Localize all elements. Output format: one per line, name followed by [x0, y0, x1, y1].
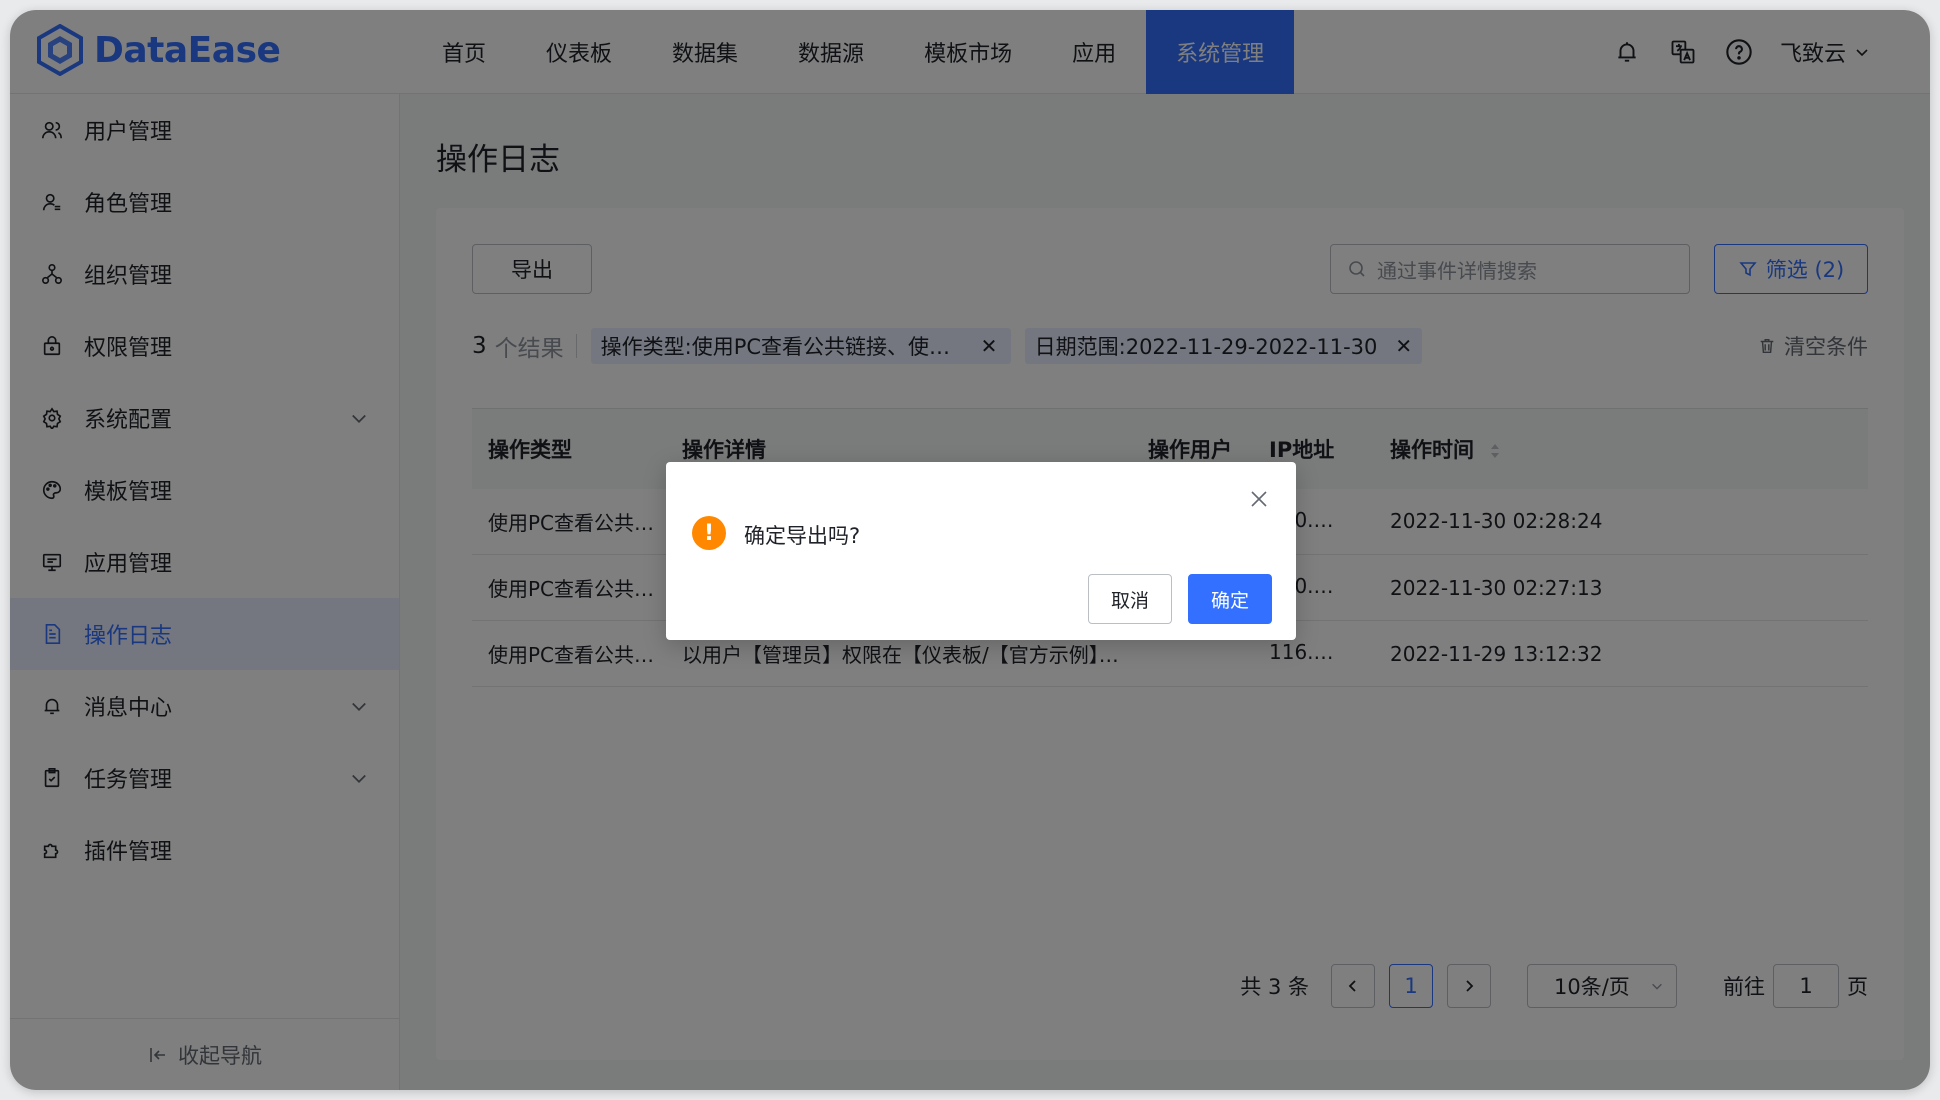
- warning-icon: !: [692, 516, 726, 550]
- dialog-message: 确定导出吗?: [744, 524, 861, 548]
- close-icon[interactable]: [1248, 488, 1270, 510]
- cancel-button[interactable]: 取消: [1088, 574, 1172, 624]
- confirm-button[interactable]: 确定: [1188, 574, 1272, 624]
- confirm-export-dialog: ! 确定导出吗? 取消 确定: [666, 462, 1296, 640]
- app-window: DataEase 首页 仪表板 数据集 数据源 模板市场 应用 系统管理 飞致云: [10, 10, 1930, 1090]
